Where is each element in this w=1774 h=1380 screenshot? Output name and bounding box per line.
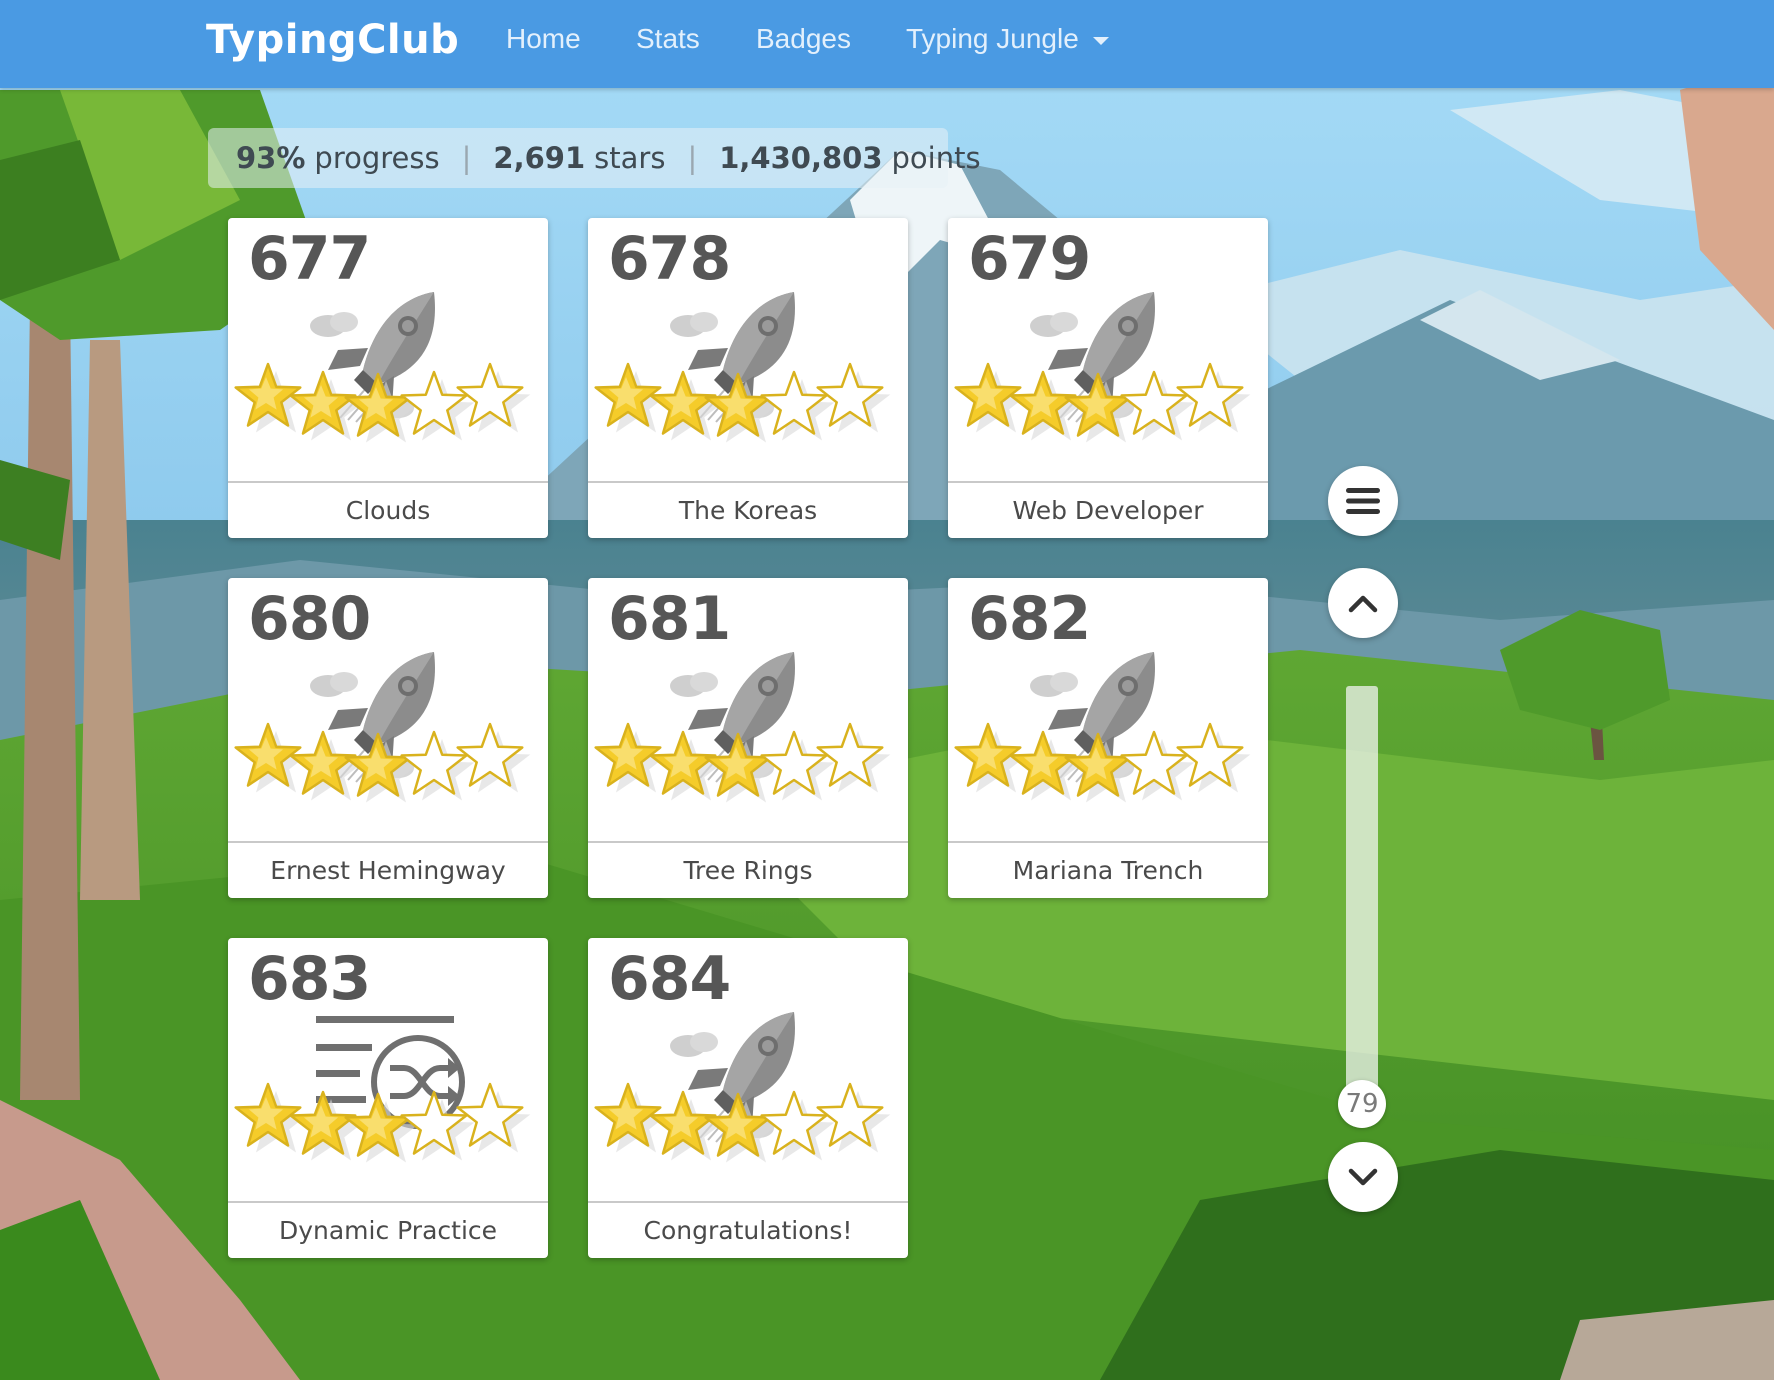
lesson-art	[234, 1016, 531, 1163]
lesson-card[interactable]: 684 Congratulations!	[588, 938, 908, 1258]
nav-typing-jungle-label: Typing Jungle	[906, 23, 1079, 54]
card-divider	[588, 841, 908, 843]
lesson-title: Clouds	[345, 496, 431, 525]
scroll-down-button[interactable]	[1328, 1142, 1398, 1212]
card-divider	[588, 1201, 908, 1203]
card-divider	[588, 481, 908, 483]
lesson-title: Tree Rings	[683, 856, 813, 885]
lesson-card[interactable]: 680 Ernest Hemingway	[228, 578, 548, 898]
nav-home-link[interactable]: Home	[506, 18, 581, 60]
progress-label: progress	[314, 141, 440, 175]
menu-button[interactable]	[1328, 466, 1398, 536]
progress-summary-bar: 93% progress | 2,691 stars | 1,430,803 p…	[208, 128, 981, 188]
lesson-title: Mariana Trench	[1012, 856, 1204, 885]
card-divider	[228, 481, 548, 483]
lesson-art	[234, 652, 531, 803]
top-navbar: TypingClub Home Stats Badges Typing Jung…	[0, 0, 1774, 88]
lesson-art	[594, 652, 891, 803]
stats-separator: |	[687, 141, 698, 175]
hamburger-menu-icon	[1346, 488, 1380, 514]
points-label: points	[891, 141, 981, 175]
lesson-card[interactable]: 682 Mariana Trench	[948, 578, 1268, 898]
scroll-up-button[interactable]	[1328, 568, 1398, 638]
points-value: 1,430,803	[719, 141, 883, 175]
progress-value: 93%	[236, 141, 306, 175]
stats-separator: |	[461, 141, 472, 175]
lesson-art	[594, 292, 891, 443]
lesson-title: Congratulations!	[643, 1216, 853, 1245]
nav-typing-jungle-dropdown[interactable]: Typing Jungle	[906, 18, 1109, 60]
lesson-card[interactable]: 679 Web Developer	[948, 218, 1268, 538]
card-divider	[228, 841, 548, 843]
lesson-art	[594, 1012, 891, 1163]
caret-down-icon	[1092, 36, 1109, 45]
lesson-scroll-track[interactable]	[1346, 686, 1378, 1096]
card-divider	[228, 1201, 548, 1203]
lesson-art	[954, 292, 1251, 443]
lesson-title: The Koreas	[678, 496, 818, 525]
lesson-art	[234, 292, 531, 443]
lesson-scroll-thumb[interactable]: 79	[1338, 1080, 1386, 1128]
lesson-card[interactable]: 681 Tree Rings	[588, 578, 908, 898]
lesson-card[interactable]: 677 Clouds	[228, 218, 548, 538]
stars-label: stars	[594, 141, 666, 175]
lesson-title: Ernest Hemingway	[270, 856, 506, 885]
chevron-up-icon	[1348, 595, 1378, 613]
stars-value: 2,691	[493, 141, 586, 175]
card-divider	[948, 481, 1268, 483]
nav-badges-link[interactable]: Badges	[756, 18, 851, 60]
lesson-art	[954, 652, 1251, 803]
nav-stats-link[interactable]: Stats	[636, 18, 700, 60]
chevron-down-icon	[1348, 1168, 1378, 1186]
lesson-card[interactable]: 683 Dynamic Practice	[228, 938, 548, 1258]
lesson-card[interactable]: 678 The Koreas	[588, 218, 908, 538]
brand-logo[interactable]: TypingClub	[206, 12, 459, 68]
card-divider	[948, 841, 1268, 843]
lesson-title: Web Developer	[1012, 496, 1204, 525]
lesson-title: Dynamic Practice	[278, 1216, 498, 1245]
